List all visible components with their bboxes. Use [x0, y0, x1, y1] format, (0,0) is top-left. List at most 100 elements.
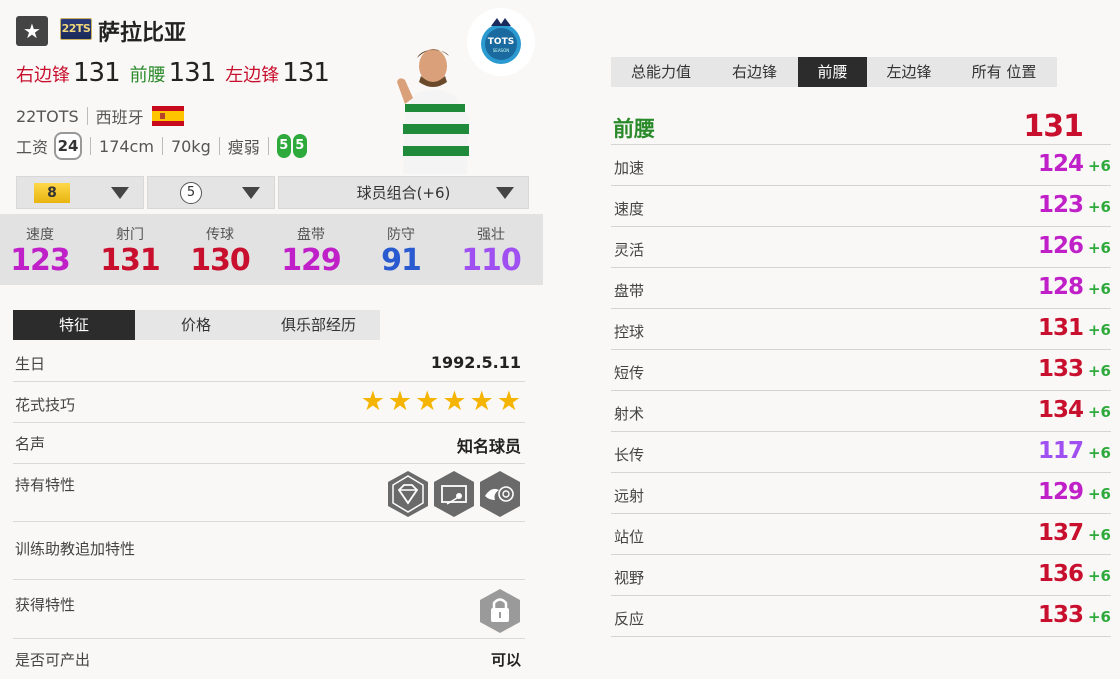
attribute-name: 反应 [614, 610, 645, 628]
traits-list: 生日 1992.5.11 花式技巧 ★ ★ ★ ★ ★ ★ 名声 知名球员 持有特性 [13, 341, 525, 679]
skill-moves-row: 花式技巧 ★ ★ ★ ★ ★ ★ [13, 382, 525, 423]
divider [161, 137, 163, 155]
birthday-label: 生日 [15, 355, 46, 373]
attribute-row: 控球 131 +6 [611, 309, 1111, 350]
summary-stats: 速度 123 射门 131 传球 130 盘带 129 防守 91 强壮 110 [0, 214, 543, 285]
attribute-value: 124 [1037, 151, 1084, 177]
spain-flag-icon [151, 106, 184, 126]
position-value: 131 [282, 58, 330, 88]
detail-position: 前腰 [613, 117, 655, 141]
attribute-value: 137 [1037, 520, 1084, 546]
position-name: 右边锋 [16, 65, 70, 86]
attribute-name: 站位 [614, 528, 645, 546]
wage-badge: 24 [54, 132, 83, 160]
reputation-label: 名声 [15, 435, 46, 453]
tab-all-positions[interactable]: 所有 位置 [951, 57, 1057, 87]
grade-select[interactable]: 8 [16, 176, 144, 209]
attribute-row: 盘带 128 +6 [611, 268, 1111, 309]
attribute-list: 加速 124 +6 速度 123 +6 灵活 126 +6 盘带 128 +6 控球 131 +6 短传 133… [611, 145, 1111, 637]
attribute-value: 129 [1037, 479, 1084, 505]
attribute-row: 反应 133 +6 [611, 596, 1111, 637]
divider [90, 137, 92, 155]
tab-overall[interactable]: 总能力值 [611, 57, 711, 87]
nationality-text: 西班牙 [95, 108, 144, 127]
attribute-name: 加速 [614, 159, 645, 177]
attribute-value: 123 [1037, 192, 1084, 218]
tab-left-winger[interactable]: 左边锋 [867, 57, 951, 87]
attribute-bonus: +6 [1087, 321, 1111, 339]
tab-club-history[interactable]: 俱乐部经历 [257, 310, 380, 340]
attribute-bonus: +6 [1087, 157, 1111, 175]
summary-stat-label: 传球 [206, 227, 234, 243]
summary-stat: 防守 91 [361, 214, 441, 278]
attribute-value: 133 [1037, 602, 1084, 628]
player-name: 萨拉比亚 [98, 21, 187, 46]
attribute-row: 远射 129 +6 [611, 473, 1111, 514]
attribute-value: 134 [1037, 397, 1084, 423]
summary-stat-value: 129 [281, 243, 342, 278]
position-value: 131 [168, 58, 217, 88]
body-type-text: 瘦弱 [227, 138, 260, 157]
traits-label: 持有特性 [15, 476, 76, 494]
summary-stat-value: 110 [461, 243, 522, 278]
summary-stat-label: 速度 [26, 227, 54, 243]
skill-moves-label: 花式技巧 [15, 396, 76, 414]
acquire-traits-label: 获得特性 [15, 596, 76, 614]
position-rating: 左边锋 131 [225, 58, 330, 88]
summary-stat-label: 射门 [116, 227, 144, 243]
diamond-trait-icon[interactable] [387, 470, 429, 518]
attribute-name: 速度 [614, 200, 645, 218]
producible-row: 是否可产出 可以 [13, 639, 525, 679]
detail-header: 前腰 131 [611, 107, 1111, 145]
attribute-value: 133 [1037, 356, 1084, 382]
weight-text: 70kg [170, 136, 211, 156]
divider [218, 137, 220, 155]
star-icon: ★ [442, 386, 467, 417]
star-icon: ★ [360, 386, 385, 417]
attribute-value: 128 [1037, 274, 1084, 300]
card-selectors: 8 5 球员组合(+6) [16, 176, 529, 209]
attribute-bonus: +6 [1087, 280, 1111, 298]
divider [267, 137, 269, 155]
season-nation-row: 22TOTS 西班牙 [16, 104, 184, 128]
attribute-row: 长传 117 +6 [611, 432, 1111, 473]
flair-trait-icon[interactable] [479, 470, 521, 518]
star-icon: ★ [415, 386, 440, 417]
attribute-bonus: +6 [1087, 526, 1111, 544]
reputation-row: 名声 知名球员 [13, 423, 525, 464]
coach-traits-label: 训练助教追加特性 [15, 540, 136, 558]
tab-right-winger[interactable]: 右边锋 [711, 57, 798, 87]
svg-text:SEASON: SEASON [493, 48, 509, 53]
attribute-row: 射术 134 +6 [611, 391, 1111, 432]
level-circle: 5 [180, 181, 202, 204]
trait-icons [387, 470, 521, 518]
star-icon: ★ [387, 386, 413, 417]
season-badge: 22TS [60, 18, 92, 40]
tab-cam[interactable]: 前腰 [798, 57, 867, 87]
position-ratings: 右边锋 131 前腰 131 左边锋 131 [16, 58, 330, 88]
favorite-star-button[interactable]: ★ [16, 16, 48, 46]
chemistry-select[interactable]: 球员组合(+6) [278, 176, 529, 209]
attribute-bonus: +6 [1087, 444, 1111, 462]
summary-stat-label: 防守 [387, 227, 415, 243]
attribute-name: 控球 [614, 323, 645, 341]
star-icon: ★ [469, 386, 494, 417]
birthday-value: 1992.5.11 [430, 353, 521, 372]
level-select[interactable]: 5 [147, 176, 275, 209]
attribute-bonus: +6 [1087, 403, 1111, 421]
attribute-value: 136 [1037, 561, 1084, 587]
tab-traits[interactable]: 特征 [13, 310, 135, 340]
summary-stat-value: 91 [381, 243, 422, 278]
attribute-bonus: +6 [1087, 198, 1111, 216]
position-tabs: 总能力值 右边锋 前腰 左边锋 所有 位置 [611, 57, 1057, 87]
star-icon: ★ [496, 386, 521, 417]
goalkeeper-trait-icon[interactable] [433, 470, 475, 518]
attribute-name: 射术 [614, 405, 645, 423]
position-value: 131 [73, 58, 121, 88]
tab-price[interactable]: 价格 [135, 310, 257, 340]
coach-traits-row: 训练助教追加特性 [13, 522, 525, 580]
divider [86, 107, 88, 125]
attribute-row: 速度 123 +6 [611, 186, 1111, 227]
position-name: 左边锋 [225, 65, 280, 86]
attribute-bonus: +6 [1087, 485, 1111, 503]
